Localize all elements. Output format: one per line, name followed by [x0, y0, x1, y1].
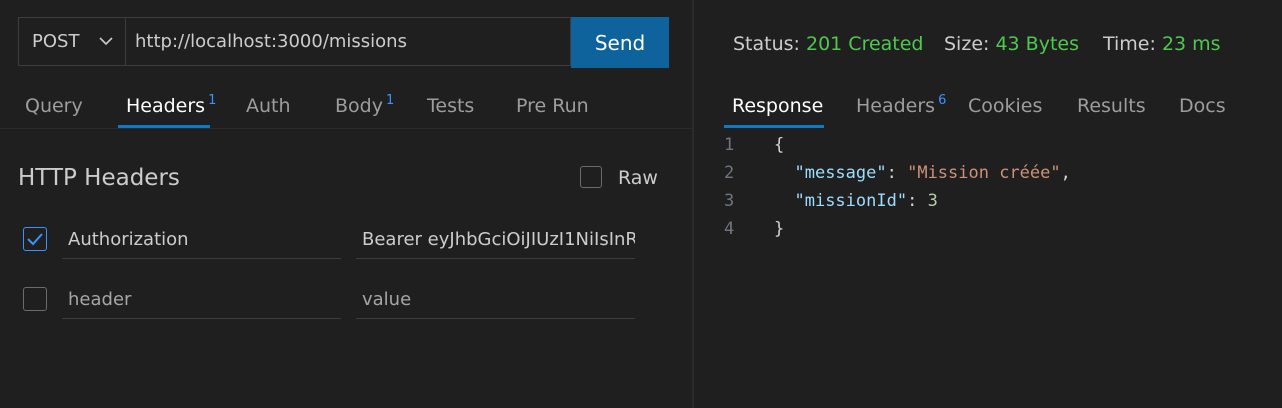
line-number: 3 [724, 191, 735, 211]
response-pane: Status: 201 Created Size: 43 Bytes Time:… [694, 0, 1282, 408]
header-name-field[interactable]: Authorization [62, 225, 341, 259]
tab-badge: 6 [938, 93, 947, 108]
size-value: 43 Bytes [995, 33, 1079, 55]
line-number: 1 [724, 135, 735, 155]
section-title: HTTP Headers [18, 165, 180, 191]
line-number: 4 [724, 219, 735, 239]
code-line: 3 "missionId": 3 [724, 187, 1071, 215]
json-number: 3 [927, 191, 938, 211]
tab-auth[interactable]: Auth [246, 95, 291, 117]
url-bar: POST http://localhost:3000/missions Send [18, 17, 669, 68]
chevron-down-icon [99, 37, 113, 46]
header-row-checkbox[interactable] [23, 287, 47, 311]
status-value: 201 Created [806, 33, 924, 55]
checkmark-icon [27, 233, 43, 246]
raw-label: Raw [618, 167, 658, 189]
json-key: "message" [794, 163, 887, 183]
size-indicator: Size: 43 Bytes [944, 33, 1079, 55]
tab-headers[interactable]: Headers 1 [126, 93, 217, 117]
code-line: 2 "message": "Mission créée", [724, 159, 1071, 187]
tab-results[interactable]: Results [1077, 95, 1146, 117]
method-select[interactable]: POST [18, 17, 125, 66]
header-value-field[interactable]: value [356, 285, 635, 319]
tab-query[interactable]: Query [25, 95, 83, 117]
response-body: 1 { 2 "message": "Mission créée", 3 "mis… [724, 131, 1071, 243]
header-value-field[interactable]: Bearer eyJhbGciOiJIUzI1NiIsInR5 [356, 225, 635, 259]
request-pane: POST http://localhost:3000/missions Send… [0, 0, 692, 408]
tab-pre-run[interactable]: Pre Run [516, 95, 589, 117]
tab-badge: 1 [208, 93, 217, 108]
url-input[interactable]: http://localhost:3000/missions [125, 17, 571, 66]
send-button[interactable]: Send [571, 17, 669, 68]
code-line: 4 } [724, 215, 1071, 243]
header-row-checkbox[interactable] [23, 227, 47, 251]
code-line: 1 { [724, 131, 1071, 159]
json-string: "Mission créée" [907, 163, 1061, 183]
time-indicator: Time: 23 ms [1103, 33, 1221, 55]
tab-response[interactable]: Response [732, 95, 823, 117]
method-value: POST [32, 31, 80, 52]
tabs-divider [0, 128, 692, 129]
time-value: 23 ms [1161, 33, 1221, 55]
tab-body[interactable]: Body 1 [335, 93, 395, 117]
raw-checkbox[interactable] [580, 166, 602, 188]
line-number: 2 [724, 163, 735, 183]
request-tabs: Query Headers 1 Auth Body 1 Tests Pre Run [0, 88, 692, 128]
tab-badge: 1 [385, 93, 395, 108]
tab-tests[interactable]: Tests [427, 95, 474, 117]
status-indicator: Status: 201 Created [733, 33, 924, 55]
tab-response-headers[interactable]: Headers 6 [856, 93, 947, 117]
active-tab-indicator [724, 125, 824, 128]
json-key: "missionId" [794, 191, 908, 211]
tab-docs[interactable]: Docs [1179, 95, 1226, 117]
header-name-field[interactable]: header [62, 285, 341, 319]
tab-cookies[interactable]: Cookies [968, 95, 1042, 117]
